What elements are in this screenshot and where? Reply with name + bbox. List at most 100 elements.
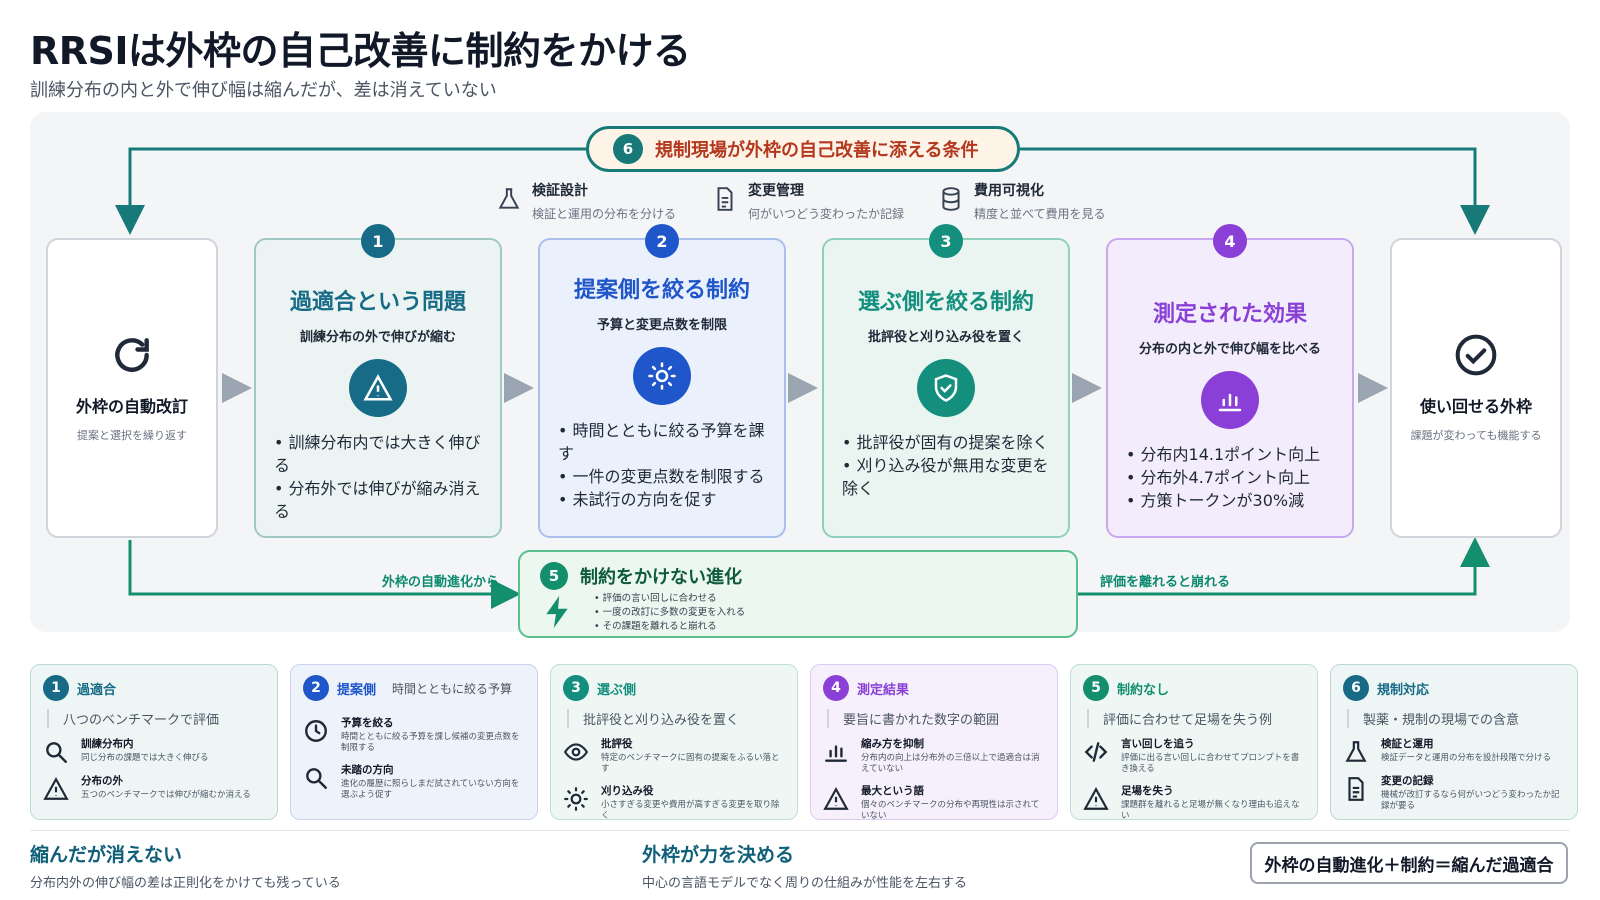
legend-item-desc: 機械が改訂するなら何がいつどう変わったか記録が要る — [1381, 790, 1560, 811]
node-desc: 提案と選択を繰り返す — [77, 429, 187, 442]
card-subtitle: 批評役と刈り込み役を置く — [867, 330, 1024, 345]
legend-number: 1 — [43, 675, 69, 701]
legend-item: 検証と運用検証データと運用の分布を設計段階で分ける — [1343, 736, 1565, 765]
card-title: 選ぶ側を絞る制約 — [857, 290, 1034, 315]
box-title: 制約をかけない進化 — [580, 567, 742, 588]
legend-number: 5 — [1083, 675, 1109, 701]
legend-item: 縮み方を抑制分布内の向上は分布外の三倍以上で過適合は消えていない — [823, 736, 1045, 775]
banner-number: 6 — [613, 134, 643, 164]
legend-number: 6 — [1343, 675, 1369, 701]
card-icon-circle — [1201, 371, 1259, 429]
tool-verification: 検証設計 検証と運用の分布を分ける — [496, 180, 676, 222]
legend-item: 最大という語 個々のベンチマークの分布や再現性は示されていない — [823, 783, 1045, 822]
warning-icon — [363, 374, 393, 401]
legend-sub: 要旨に書かれた数字の範囲 — [827, 709, 1045, 728]
card-icon-circle — [917, 359, 975, 417]
card-overfitting: 1 過適合という問題 訓練分布の外で伸びが縮む 訓練分布内では大きく伸びる 分布… — [254, 224, 502, 538]
legend-item-title: 変更の記録 — [1381, 775, 1434, 787]
warning-icon — [43, 777, 69, 800]
card-bullet: 分布外では伸びが縮み消える — [274, 477, 482, 523]
sun-icon — [564, 787, 588, 811]
card-measured-effect: 4 測定された効果 分布の内と外で伸び幅を比べる 分布内14.1ポイント向上 分… — [1106, 224, 1354, 538]
tool-title: 費用可視化 — [974, 183, 1044, 199]
legend-item-desc: 検証データと運用の分布を設計段階で分ける — [1381, 753, 1552, 763]
warning-icon — [823, 787, 849, 810]
card-number: 2 — [645, 224, 679, 258]
legend-item: 訓練分布内 同じ分布の課題では大きく伸びる — [43, 736, 265, 765]
legend-item-desc: 進化の履歴に照らしまだ試されていない方向を選ぶよう促す — [341, 779, 520, 800]
card-title: 提案側を絞る制約 — [573, 278, 750, 303]
card-title: 測定された効果 — [1152, 302, 1307, 327]
legend-item-title: 足場を失う — [1121, 785, 1174, 797]
card-subtitle: 分布の内と外で伸び幅を比べる — [1138, 342, 1321, 357]
card-bullet: 方策トークンが30%減 — [1126, 489, 1334, 512]
legend-item-desc: 特定のベンチマークに固有の提案をふるい落とす — [601, 753, 780, 774]
legend-title-2: 時間とともに絞る予算 — [392, 681, 513, 696]
legend-sub: 批評役と刈り込み役を置く — [567, 709, 785, 728]
database-icon — [942, 187, 960, 211]
card-icon-circle — [633, 347, 691, 405]
legend-item-title: 縮み方を抑制 — [861, 738, 924, 750]
page-subtitle: 訓練分布の内と外で伸び幅は縮んだが、差は消えていない — [30, 80, 497, 101]
tool-title: 検証設計 — [532, 183, 588, 199]
card-number: 1 — [361, 224, 395, 258]
search-icon — [46, 742, 67, 763]
eye-icon — [563, 743, 589, 761]
legend-item-title: 刈り込み役 — [601, 785, 654, 797]
tool-desc: 何がいつどう変わったか記録 — [748, 207, 905, 221]
legend-item: 刈り込み役 小さすぎる変更や費用が高すぎる変更を取り除く — [563, 783, 785, 822]
legend-card-2: 2 提案側 時間とともに絞る予算 予算を絞る 時間とともに絞る予算を課し候補の変更点数… — [290, 664, 538, 820]
legend-item-desc: 分布内の向上は分布外の三倍以上で過適合は消えていない — [861, 753, 1040, 774]
card-bullet: 分布内14.1ポイント向上 — [1126, 443, 1334, 466]
node-auto-revision: 外枠の自動改訂 提案と選択を繰り返す — [46, 238, 218, 538]
legend-title: 選ぶ側 — [597, 682, 637, 698]
card-icon-circle — [349, 359, 407, 417]
unconstrained-box: 5 制約をかけない進化 評価の言い回しに合わせる 一度の改訂に多数の変更を入れる… — [518, 550, 1078, 638]
box-bullet: 一度の改訂に多数の変更を入れる — [594, 606, 746, 620]
flow-label-out: 評価を離れると崩れる — [1100, 575, 1231, 590]
footer-title: 縮んだが消えない — [30, 844, 183, 866]
flask-icon — [1345, 741, 1367, 762]
formula-box: 外枠の自動進化＋制約＝縮んだ過適合 — [1250, 842, 1568, 884]
document-icon — [1348, 777, 1364, 801]
bolt-icon — [546, 596, 568, 628]
legend-item-title: 分布の外 — [81, 775, 123, 787]
legend-card-5: 5 制約なし 評価に合わせて足場を失う例 言い回しを追う 評価に出る言い回しに合わせ… — [1070, 664, 1318, 822]
tool-desc: 精度と並べて費用を見る — [974, 207, 1106, 221]
card-bullet: 訓練分布内では大きく伸びる — [274, 431, 482, 477]
legend-number: 3 — [563, 675, 589, 701]
warning-icon — [1083, 787, 1109, 810]
legend-number: 2 — [303, 675, 329, 701]
footer-middle: 外枠が力を決める 中心の言語モデルでなく周りの仕組みが性能を左右する — [642, 840, 967, 891]
legend-item-title: 検証と運用 — [1381, 738, 1434, 750]
clock-icon — [305, 720, 327, 742]
search-icon — [306, 768, 327, 789]
legend-item: 足場を失う 課題群を離れると足場が無くなり理由も追えない — [1083, 783, 1305, 822]
tool-change-mgmt: 変更管理何がいつどう変わったか記録 — [712, 180, 904, 222]
card-title: 過適合という問題 — [289, 290, 466, 315]
banner-label: 規制現場が外枠の自己改善に添える条件 — [655, 140, 979, 161]
legend-item: 未踏の方向 進化の履歴に照らしまだ試されていない方向を選ぶよう促す — [303, 762, 525, 801]
legend-item-title: 訓練分布内 — [81, 738, 134, 750]
card-number: 4 — [1213, 224, 1247, 258]
legend-sub: 評価に合わせて足場を失う例 — [1087, 709, 1305, 728]
legend-title: 提案側 — [337, 682, 377, 698]
legend-item-title: 予算を絞る — [341, 717, 394, 729]
box-bullet: 評価の言い回しに合わせる — [594, 592, 745, 606]
check-circle-icon — [1455, 334, 1497, 376]
legend-sub: 八つのベンチマークで評価 — [47, 709, 265, 728]
legend-item-title: 言い回しを追う — [1121, 738, 1195, 750]
card-subtitle: 訓練分布の外で伸びが縮む — [299, 330, 456, 345]
flask-icon — [498, 188, 520, 209]
card-selector-constraint: 3 選ぶ側を絞る制約 批評役と刈り込み役を置く 批評役が固有の提案を除く 刈り込… — [822, 224, 1070, 538]
tool-title: 変更管理 — [748, 183, 804, 199]
box-bullet: その課題を離れると崩れる — [594, 620, 745, 634]
page-title: RRSIは外枠の自己改善に制約をかける — [30, 29, 691, 73]
flow-label-in: 外枠の自動進化から — [382, 575, 500, 590]
legend-card-1: 1 過適合 八つのベンチマークで評価 訓練分布内 同じ分布の課題では大きく伸びる 分… — [30, 664, 278, 820]
bar-chart-icon — [1218, 393, 1242, 412]
card-bullet: 時間とともに絞る予算を課す — [558, 419, 766, 465]
legend-title: 過適合 — [77, 682, 117, 698]
card-bullet: 分布外4.7ポイント向上 — [1126, 466, 1334, 489]
card-proposer-constraint: 2 提案側を絞る制約 予算と変更点数を制限 時間とともに絞る予算を課す 一件の変… — [538, 224, 786, 538]
